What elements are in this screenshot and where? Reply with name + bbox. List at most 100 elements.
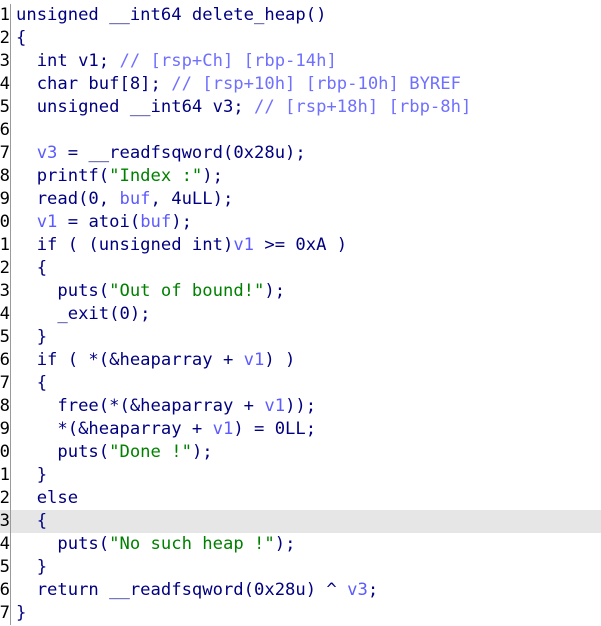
code-text[interactable]: printf("Index :"); <box>16 165 601 188</box>
line-number: 7 <box>0 142 11 165</box>
code-token: ); <box>191 442 213 462</box>
code-token: _exit(0); <box>16 304 151 324</box>
code-token: ); <box>171 212 192 232</box>
code-text[interactable]: _exit(0); <box>16 303 601 326</box>
code-text[interactable]: } <box>16 326 601 349</box>
code-line[interactable]: 25 } <box>0 556 601 579</box>
code-view[interactable]: 1 unsigned __int64 delete_heap() 2{3 int v… <box>0 4 601 625</box>
code-line[interactable]: 23 { <box>0 510 601 533</box>
code-line[interactable]: 14 _exit(0); <box>0 303 601 326</box>
line-number: 24 <box>0 533 11 556</box>
code-line[interactable]: 13 puts("Out of bound!"); <box>0 280 601 303</box>
code-text[interactable]: free(*(&heaparray + v1)); <box>16 395 601 418</box>
code-line[interactable]: 5 unsigned __int64 v3; // [rsp+18h] [rbp… <box>0 96 601 119</box>
code-token: )); <box>285 396 317 416</box>
code-line[interactable]: 2{ <box>0 27 601 50</box>
code-token: ) ) <box>264 350 296 370</box>
code-token: return __readfsqword(0x28u) ^ <box>16 580 348 600</box>
code-line[interactable]: 9 read(0, buf, 4uLL); <box>0 188 601 211</box>
code-line[interactable]: 7 v3 = __readfsqword(0x28u); <box>0 142 601 165</box>
code-text[interactable]: unsigned __int64 v3; // [rsp+18h] [rbp-8… <box>16 96 601 119</box>
code-token: } <box>16 327 48 347</box>
code-line[interactable]: 8 printf("Index :"); <box>0 165 601 188</box>
code-line[interactable]: 24 puts("No such heap !"); <box>0 533 601 556</box>
line-number: 26 <box>0 579 11 602</box>
code-line[interactable]: 10 v1 = atoi(buf); <box>0 211 601 234</box>
code-token: int v1; <box>16 51 120 71</box>
code-line[interactable]: 27} <box>0 602 601 625</box>
code-text[interactable] <box>16 119 601 142</box>
string-literal: "Done !" <box>109 442 192 462</box>
local-variable[interactable]: v1 <box>233 235 254 255</box>
local-variable[interactable]: v1 <box>264 396 285 416</box>
line-number: 18 <box>0 395 11 418</box>
code-text[interactable]: puts("Done !"); <box>16 441 601 464</box>
code-token: if ( (unsigned int) <box>16 235 234 255</box>
code-text[interactable]: v3 = __readfsqword(0x28u); <box>16 142 601 165</box>
code-token: ); <box>202 166 223 186</box>
local-variable[interactable]: v1 <box>213 419 234 439</box>
code-token: } <box>16 603 27 623</box>
line-number: 9 <box>0 188 11 211</box>
code-line[interactable]: 12 { <box>0 257 601 280</box>
code-line[interactable]: 17 { <box>0 372 601 395</box>
line-number: 23 <box>0 510 11 533</box>
line-number: 6 <box>0 119 11 142</box>
local-variable[interactable]: v1 <box>16 212 58 232</box>
code-token: { <box>16 511 48 531</box>
line-number: 19 <box>0 418 11 441</box>
code-text[interactable]: int v1; // [rsp+Ch] [rbp-14h] <box>16 50 601 73</box>
code-token: ) = 0LL; <box>233 419 317 439</box>
code-text[interactable]: } <box>16 602 601 625</box>
code-comment: // [rsp+18h] [rbp-8h] <box>254 97 472 117</box>
code-token: puts( <box>16 442 110 462</box>
local-variable[interactable]: v3 <box>347 580 368 600</box>
code-text[interactable]: { <box>16 27 601 50</box>
code-text[interactable]: v1 = atoi(buf); <box>16 211 601 234</box>
code-token: unsigned __int64 delete_heap() <box>16 5 327 25</box>
code-line[interactable]: 15 } <box>0 326 601 349</box>
code-line[interactable]: 22 else <box>0 487 601 510</box>
line-number: 10 <box>0 211 11 234</box>
code-line[interactable]: 1 unsigned __int64 delete_heap() <box>0 4 601 27</box>
line-number: 27 <box>0 602 11 625</box>
code-text[interactable]: if ( (unsigned int)v1 >= 0xA ) <box>16 234 601 257</box>
code-text[interactable]: { <box>16 510 601 533</box>
code-text[interactable]: return __readfsqword(0x28u) ^ v3; <box>16 579 601 602</box>
code-token: *(&heaparray + <box>16 419 213 439</box>
code-line[interactable]: 26 return __readfsqword(0x28u) ^ v3; <box>0 579 601 602</box>
line-number: 11 <box>0 234 11 257</box>
code-token: read(0, <box>16 189 120 209</box>
code-token: { <box>16 373 48 393</box>
code-line[interactable]: 19 *(&heaparray + v1) = 0LL; <box>0 418 601 441</box>
code-text[interactable]: { <box>16 372 601 395</box>
local-variable[interactable]: buf <box>119 189 150 209</box>
code-token: ); <box>264 281 286 301</box>
line-number: 8 <box>0 165 11 188</box>
code-text[interactable]: { <box>16 257 601 280</box>
code-text[interactable]: if ( *(&heaparray + v1) ) <box>16 349 601 372</box>
code-text[interactable]: else <box>16 487 601 510</box>
local-variable[interactable]: buf <box>140 212 171 232</box>
code-text[interactable]: read(0, buf, 4uLL); <box>16 188 601 211</box>
code-line[interactable]: 18 free(*(&heaparray + v1)); <box>0 395 601 418</box>
code-line[interactable]: 3 int v1; // [rsp+Ch] [rbp-14h] <box>0 50 601 73</box>
local-variable[interactable]: v1 <box>244 350 265 370</box>
code-text[interactable]: } <box>16 556 601 579</box>
code-line[interactable]: 6 <box>0 119 601 142</box>
code-text[interactable]: char buf[8]; // [rsp+10h] [rbp-10h] BYRE… <box>16 73 601 96</box>
code-line[interactable]: 4 char buf[8]; // [rsp+10h] [rbp-10h] BY… <box>0 73 601 96</box>
code-line[interactable]: 16 if ( *(&heaparray + v1) ) <box>0 349 601 372</box>
code-text[interactable]: unsigned __int64 delete_heap() <box>16 4 601 27</box>
code-line[interactable]: 21 } <box>0 464 601 487</box>
code-text[interactable]: puts("No such heap !"); <box>16 533 601 556</box>
code-text[interactable]: puts("Out of bound!"); <box>16 280 601 303</box>
code-line[interactable]: 11 if ( (unsigned int)v1 >= 0xA ) <box>0 234 601 257</box>
code-text[interactable]: } <box>16 464 601 487</box>
local-variable[interactable]: v3 <box>16 143 58 163</box>
line-number: 22 <box>0 487 11 510</box>
code-text[interactable]: *(&heaparray + v1) = 0LL; <box>16 418 601 441</box>
code-token: { <box>16 258 48 278</box>
code-line[interactable]: 20 puts("Done !"); <box>0 441 601 464</box>
string-literal: "No such heap !" <box>109 534 275 554</box>
